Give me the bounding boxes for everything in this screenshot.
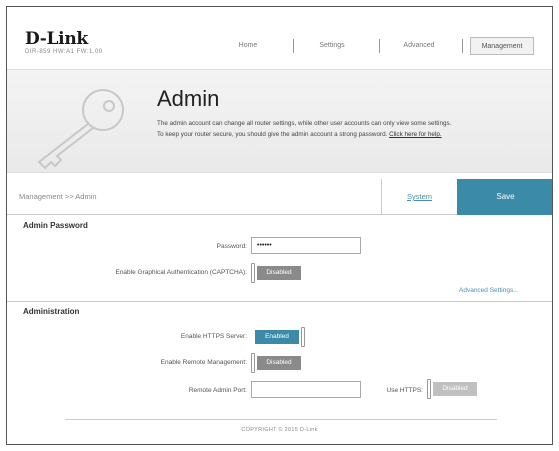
- breadcrumb: Management >> Admin: [19, 192, 97, 201]
- toggle-handle: [427, 379, 431, 399]
- remote-management-toggle[interactable]: Disabled: [251, 353, 307, 373]
- copyright: COPYRIGHT © 2015 D-Link: [241, 427, 318, 433]
- breadcrumb-bar: Management >> Admin System Save: [7, 179, 552, 215]
- nav-management[interactable]: Management: [470, 37, 534, 55]
- captcha-toggle[interactable]: Disabled: [251, 263, 307, 283]
- nav-separator: [462, 39, 463, 53]
- router-admin-window: D-Link DIR-859 HW:A1 FW:1.00 Home Settin…: [6, 6, 553, 445]
- toggle-handle: [251, 353, 255, 373]
- captcha-label: Enable Graphical Authentication (CAPTCHA…: [115, 269, 247, 276]
- banner-text-line2: To keep your router secure, you should g…: [157, 129, 547, 140]
- dlink-logo[interactable]: D-Link: [25, 29, 88, 49]
- system-link[interactable]: System: [381, 179, 457, 215]
- remote-port-input[interactable]: [251, 381, 361, 398]
- use-https-label: Use HTTPS:: [386, 387, 423, 394]
- section-divider: [7, 301, 552, 302]
- remote-port-label: Remote Admin Port:: [188, 387, 247, 394]
- remote-management-state: Disabled: [257, 356, 301, 370]
- use-https-toggle[interactable]: Disabled: [427, 379, 483, 399]
- page-title: Admin: [157, 86, 220, 111]
- nav-separator: [379, 39, 380, 53]
- administration-title: Administration: [23, 307, 80, 316]
- password-input[interactable]: [251, 237, 361, 254]
- help-link[interactable]: Click here for help.: [389, 131, 442, 138]
- password-label: Password:: [216, 243, 247, 250]
- use-https-state: Disabled: [433, 382, 477, 396]
- toggle-handle: [251, 263, 255, 283]
- page-banner: Admin The admin account can change all r…: [7, 69, 552, 173]
- save-button[interactable]: Save: [457, 179, 552, 215]
- banner-text-line1: The admin account can change all router …: [157, 120, 452, 127]
- captcha-state: Disabled: [257, 266, 301, 280]
- header: D-Link DIR-859 HW:A1 FW:1.00 Home Settin…: [7, 7, 552, 69]
- remote-management-label: Enable Remote Management:: [160, 359, 247, 366]
- nav-separator: [293, 39, 294, 53]
- nav-home[interactable]: Home: [223, 37, 273, 55]
- nav-settings[interactable]: Settings: [307, 37, 357, 55]
- https-label: Enable HTTPS Server:: [180, 333, 247, 340]
- https-state: Enabled: [255, 330, 299, 344]
- advanced-settings-link[interactable]: Advanced Settings...: [459, 287, 519, 294]
- admin-password-title: Admin Password: [23, 221, 88, 230]
- toggle-handle: [301, 327, 305, 347]
- footer-divider: [65, 419, 497, 420]
- model-info: DIR-859 HW:A1 FW:1.00: [25, 49, 103, 55]
- banner-description: The admin account can change all router …: [157, 118, 547, 140]
- banner-text-line2-body: To keep your router secure, you should g…: [157, 131, 388, 138]
- https-toggle[interactable]: Enabled: [251, 327, 307, 347]
- key-icon: [37, 89, 124, 170]
- nav-advanced[interactable]: Advanced: [391, 37, 447, 55]
